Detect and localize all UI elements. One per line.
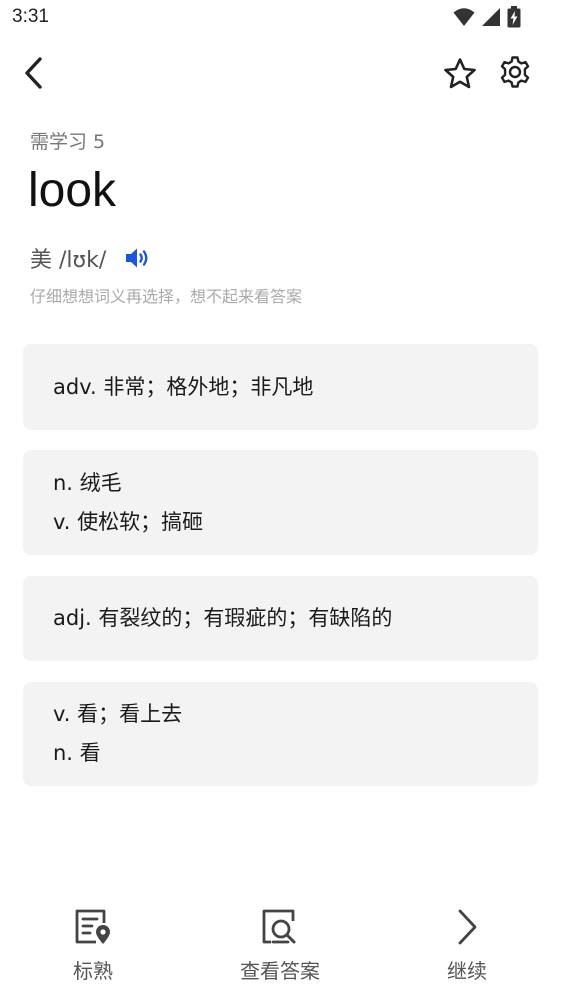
word-title: look [28,164,117,217]
phonetic-text: 美 /lʊk/ [30,248,107,273]
settings-button[interactable] [495,52,535,92]
document-pin-icon [71,905,115,949]
option-text: adv. 非常；格外地；非凡地 [53,374,314,399]
option-card-4[interactable]: v. 看；看上去 n. 看 [23,682,538,786]
view-answer-button[interactable]: 查看答案 [220,905,340,984]
wifi-icon [453,8,475,26]
option-text: n. 绒毛 [53,470,122,495]
phonetic-row: 美 /lʊk/ [30,242,152,274]
speaker-icon [126,248,148,268]
continue-button[interactable]: 继续 [407,905,527,984]
star-icon [444,58,476,89]
need-study-count: 需学习 5 [30,131,106,153]
hint-text: 仔细想想词义再选择，想不起来看答案 [30,287,303,306]
status-time: 3:31 [12,6,49,27]
option-text: v. 看；看上去 [53,702,183,726]
pronounce-button[interactable] [124,245,152,271]
mark-familiar-button[interactable]: 标熟 [33,905,153,984]
document-search-icon [258,905,302,949]
favorite-button[interactable] [440,54,480,94]
option-text: n. 看 [53,741,101,765]
chevron-right-icon [445,905,489,949]
mark-familiar-label: 标熟 [73,959,113,983]
gear-icon [500,56,530,88]
chevron-left-icon [25,57,42,89]
option-card-3[interactable]: adj. 有裂纹的；有瑕疵的；有缺陷的 [23,576,538,661]
option-text: adj. 有裂纹的；有瑕疵的；有缺陷的 [53,606,393,630]
back-button[interactable] [16,54,52,92]
option-card-2[interactable]: n. 绒毛 v. 使松软；搞砸 [23,450,538,555]
cellular-signal-icon [482,8,500,26]
battery-charging-icon [507,6,521,28]
status-bar: 3:31 [0,0,561,38]
view-answer-label: 查看答案 [240,959,320,983]
status-icons [453,6,521,28]
option-text: v. 使松软；搞砸 [53,509,204,534]
option-card-1[interactable]: adv. 非常；格外地；非凡地 [23,344,538,430]
continue-label: 继续 [447,959,487,983]
